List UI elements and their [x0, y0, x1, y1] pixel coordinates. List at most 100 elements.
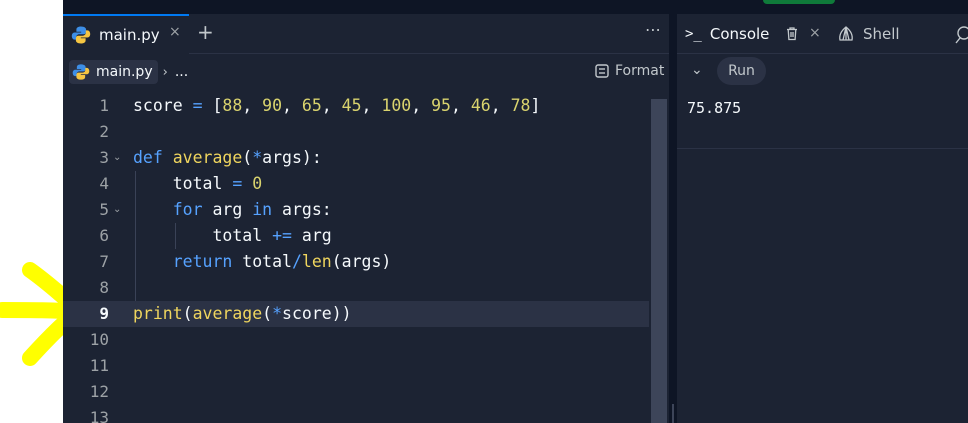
search-icon[interactable]: [953, 24, 968, 46]
breadcrumb-more[interactable]: ...: [175, 64, 188, 80]
line-number: 6: [99, 226, 109, 245]
editor-scrollbar[interactable]: [649, 89, 669, 423]
close-icon[interactable]: ×: [809, 25, 821, 41]
console-pane: >_ Console × Shell ⌄ Run 75.875: [677, 14, 968, 423]
code-token: (: [182, 304, 193, 323]
line-number: 12: [89, 382, 109, 401]
code-token: ,: [361, 96, 382, 115]
fold-chevron-icon[interactable]: ⌄: [113, 197, 121, 223]
run-button[interactable]: Run: [717, 57, 766, 85]
code-token: 78: [510, 96, 531, 115]
code-line[interactable]: 11: [63, 353, 649, 379]
code-token: *: [272, 304, 283, 323]
code-text: def average(*args):: [133, 145, 322, 171]
code-token: return: [172, 252, 233, 271]
code-token: *: [252, 148, 263, 167]
console-tab-bar: >_ Console × Shell: [677, 14, 968, 54]
chevron-down-icon[interactable]: ⌄: [691, 62, 703, 78]
line-number: 8: [99, 278, 109, 297]
code-token: 95: [431, 96, 451, 115]
line-number: 3: [99, 148, 109, 167]
code-token: ,: [490, 96, 511, 115]
code-token: /: [291, 252, 302, 271]
code-text: for arg in args:: [133, 197, 332, 223]
code-token: ]: [530, 96, 541, 115]
line-number: 1: [99, 96, 109, 115]
code-token: score)): [282, 304, 352, 323]
code-line[interactable]: 3 ⌄ def average(*args):: [63, 145, 649, 171]
tab-console[interactable]: >_ Console: [677, 14, 827, 54]
code-line[interactable]: 12: [63, 379, 649, 405]
code-line[interactable]: 1 score = [88, 90, 65, 45, 100, 95, 46, 7…: [63, 93, 649, 119]
breadcrumb-file[interactable]: main.py: [69, 60, 158, 84]
format-button[interactable]: Format: [595, 63, 664, 79]
close-icon[interactable]: ×: [169, 24, 181, 40]
code-line[interactable]: 9 print(average(*score)): [63, 301, 649, 327]
add-icon[interactable]: +: [197, 20, 214, 44]
python-icon: [72, 64, 90, 80]
trash-icon[interactable]: [785, 26, 799, 41]
console-divider: [677, 148, 968, 149]
more-icon[interactable]: ⋯: [645, 20, 662, 39]
editor-tab-bar: main.py × + ⋯: [63, 14, 669, 54]
code-token: 90: [262, 96, 283, 115]
run-indicator[interactable]: [763, 0, 835, 4]
code-token: 0: [252, 174, 263, 193]
pane-divider[interactable]: [669, 14, 677, 423]
code-text: return total/len(args): [133, 249, 392, 275]
code-editor[interactable]: 1 score = [88, 90, 65, 45, 100, 95, 46, 7…: [63, 89, 669, 423]
code-line[interactable]: 8: [63, 275, 649, 301]
tab-shell[interactable]: Shell: [837, 14, 900, 54]
code-token: ,: [411, 96, 432, 115]
code-line[interactable]: 4 total = 0: [63, 171, 649, 197]
code-line[interactable]: 10: [63, 327, 649, 353]
code-token: average: [192, 304, 263, 323]
console-icon: >_: [685, 26, 702, 42]
code-token: [: [202, 96, 223, 115]
breadcrumb: main.py › ... Format: [63, 55, 669, 89]
code-token: average: [172, 148, 243, 167]
code-token: (: [262, 304, 273, 323]
code-token: total: [133, 226, 273, 245]
code-line[interactable]: 6 total += arg: [63, 223, 649, 249]
format-label: Format: [615, 63, 665, 79]
console-output: 75.875: [687, 99, 742, 117]
resize-handle[interactable]: [672, 404, 674, 423]
line-number: 5: [99, 200, 109, 219]
code-token: def: [133, 148, 173, 167]
line-number: 10: [89, 330, 109, 349]
code-text: print(average(*score)): [133, 301, 352, 327]
line-number: 11: [89, 356, 109, 375]
code-token: print: [133, 304, 183, 323]
code-token: 65: [301, 96, 322, 115]
fold-chevron-icon[interactable]: ⌄: [113, 145, 121, 171]
chevron-right-icon: ›: [162, 64, 168, 80]
shell-tab-label: Shell: [863, 25, 900, 43]
code-token: for: [172, 200, 203, 219]
format-icon: [595, 64, 609, 78]
console-tab-label: Console: [709, 25, 770, 43]
code-token: =: [192, 96, 203, 115]
run-label: Run: [728, 63, 755, 79]
code-line[interactable]: 2: [63, 119, 649, 145]
code-line[interactable]: 13: [63, 405, 649, 423]
code-line[interactable]: 5 ⌄ for arg in args:: [63, 197, 649, 223]
code-token: total: [133, 174, 233, 193]
code-text: score = [88, 90, 65, 45, 100, 95, 46, 78…: [133, 93, 540, 119]
breadcrumb-file-label: main.py: [96, 64, 153, 80]
line-number: 7: [99, 252, 109, 271]
code-token: args:: [272, 200, 332, 219]
code-text: total = 0: [133, 171, 262, 197]
editor-pane: main.py × + ⋯ main.py › ... Format 1 scor…: [63, 14, 669, 423]
code-line[interactable]: 7 return total/len(args): [63, 249, 649, 275]
scrollbar-thumb[interactable]: [651, 99, 667, 423]
code-token: score: [133, 96, 193, 115]
indent-guide: [135, 275, 136, 301]
python-icon: [71, 26, 91, 44]
code-text: total += arg: [133, 223, 331, 249]
code-token: 100: [381, 96, 412, 115]
code-token: ,: [282, 96, 302, 115]
code-token: ,: [242, 96, 263, 115]
